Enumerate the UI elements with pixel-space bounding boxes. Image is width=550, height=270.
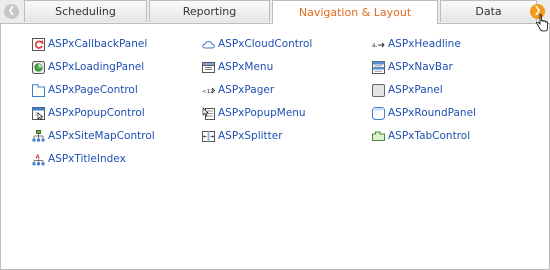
link-tab-control[interactable]: ASPxTabControl (372, 128, 470, 144)
page-control-icon (32, 83, 45, 97)
item-label: ASPxSplitter (218, 130, 283, 142)
title-index-icon: A (32, 154, 45, 165)
item-label: ASPxNavBar (388, 61, 453, 73)
tab-label: Reporting (182, 5, 237, 18)
scroll-left-button[interactable]: ❮ (4, 4, 19, 19)
headline-icon: a. (372, 42, 385, 49)
item-label: ASPxMenu (218, 61, 274, 73)
svg-text:A: A (36, 154, 41, 160)
menu-icon (202, 61, 215, 73)
link-sitemap-control[interactable]: ASPxSiteMapControl (32, 128, 155, 144)
popup-control-icon (32, 106, 45, 120)
link-title-index[interactable]: A ASPxTitleIndex (32, 151, 126, 167)
tab-strip: ❮ Scheduling Reporting Navigation & Layo… (0, 0, 550, 24)
item-label: ASPxRoundPanel (388, 107, 476, 119)
tab-label: Data (475, 5, 502, 18)
item-label: ASPxCallbackPanel (48, 38, 148, 50)
link-popup-menu[interactable]: ASPxPopupMenu (202, 105, 306, 121)
item-label: ASPxPager (218, 84, 275, 96)
link-loading-panel[interactable]: ASPxLoadingPanel (32, 59, 144, 75)
tab-control-icon (372, 131, 385, 141)
pager-icon: <12 (202, 87, 215, 95)
tab-navigation-layout[interactable]: Navigation & Layout (272, 0, 438, 24)
link-navbar[interactable]: ASPxNavBar (372, 59, 453, 75)
item-label: ASPxPopupControl (48, 107, 145, 119)
link-menu[interactable]: ASPxMenu (202, 59, 273, 75)
cloud-icon (202, 40, 215, 48)
item-label: ASPxTabControl (388, 130, 471, 142)
link-pager[interactable]: <12 ASPxPager (202, 82, 274, 98)
item-label: ASPxSiteMapControl (48, 130, 155, 142)
loading-panel-icon (32, 60, 45, 74)
splitter-icon (202, 130, 215, 142)
tab-reporting[interactable]: Reporting (149, 0, 270, 22)
item-label: ASPxLoadingPanel (48, 61, 145, 73)
link-page-control[interactable]: ASPxPageControl (32, 82, 138, 98)
link-popup-control[interactable]: ASPxPopupControl (32, 105, 145, 121)
link-round-panel[interactable]: ASPxRoundPanel (372, 105, 476, 121)
item-label: ASPxTitleIndex (48, 153, 126, 165)
round-panel-icon (372, 106, 385, 120)
link-splitter[interactable]: ASPxSplitter (202, 128, 283, 144)
item-label: ASPxPopupMenu (218, 107, 306, 119)
navbar-icon (372, 60, 385, 74)
link-callback-panel[interactable]: ASPxCallbackPanel (32, 36, 147, 52)
link-panel[interactable]: ASPxPanel (372, 82, 443, 98)
tab-label: Scheduling (55, 5, 116, 18)
link-cloud-control[interactable]: ASPxCloudControl (202, 36, 312, 52)
link-headline[interactable]: a. ASPxHeadline (372, 36, 461, 52)
content-panel: ASPxCallbackPanel ASPxCloudControl a. AS… (0, 24, 550, 270)
popup-menu-icon (202, 106, 215, 120)
sitemap-icon (32, 129, 45, 141)
tab-scheduling[interactable]: Scheduling (24, 0, 147, 22)
tab-data[interactable]: Data (440, 0, 537, 22)
item-label: ASPxPanel (388, 84, 443, 96)
chevron-left-icon: ❮ (7, 6, 16, 16)
item-label: ASPxPageControl (48, 84, 138, 96)
callback-panel-icon (32, 37, 45, 51)
panel-icon (372, 83, 385, 97)
svg-text:a.: a. (372, 42, 378, 49)
tab-label: Navigation & Layout (298, 6, 412, 19)
svg-text:<12: <12 (202, 89, 214, 95)
item-label: ASPxHeadline (388, 38, 461, 50)
item-label: ASPxCloudControl (218, 38, 313, 50)
